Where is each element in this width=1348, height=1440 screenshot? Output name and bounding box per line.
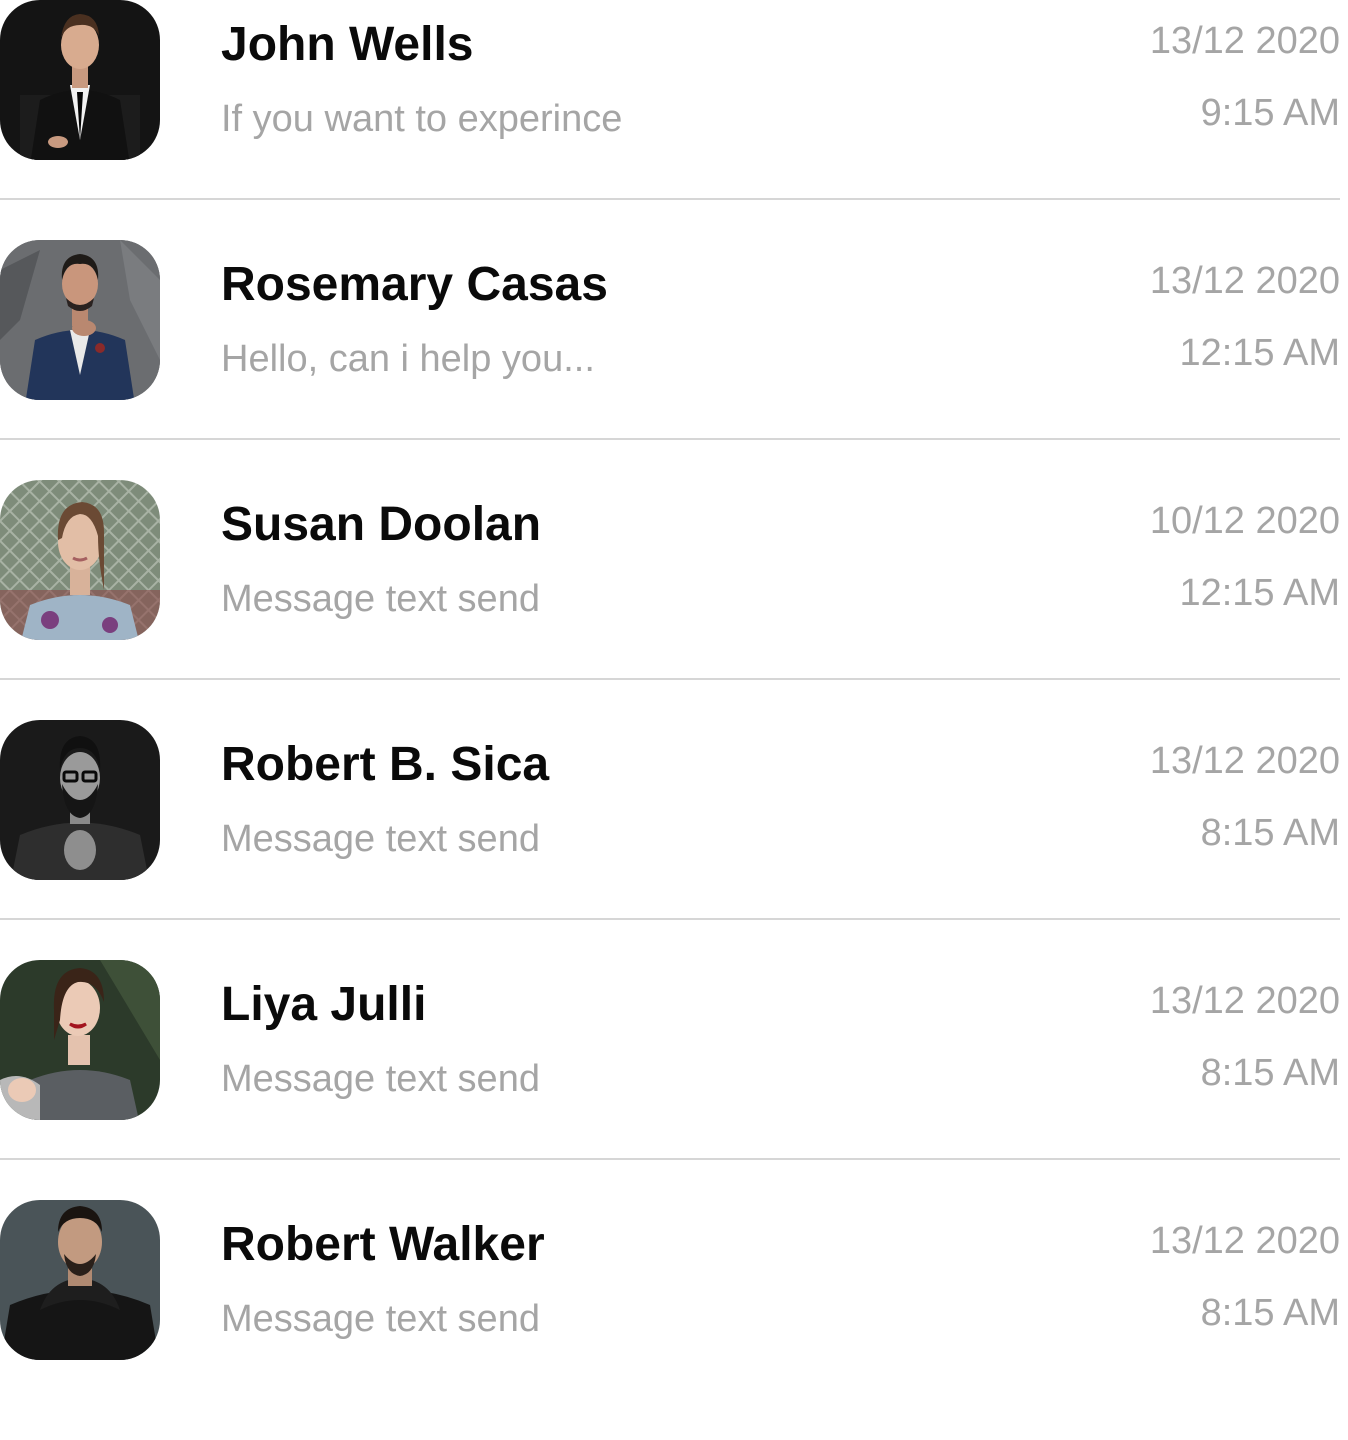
avatar-man-hoodie-icon [0, 1200, 160, 1360]
avatar-woman-red-lips-icon [0, 960, 160, 1120]
conversation-row[interactable]: Robert B. Sica Message text send 13/12 2… [0, 720, 1348, 960]
conversation-row[interactable]: Robert Walker Message text send 13/12 20… [0, 1200, 1348, 1440]
message-time: 12:15 AM [1179, 332, 1340, 374]
conversation-row[interactable]: Liya Julli Message text send 13/12 2020 … [0, 960, 1348, 1200]
row-divider [0, 918, 1340, 920]
message-time: 8:15 AM [1200, 812, 1340, 854]
conversation-list: John Wells If you want to experince 13/1… [0, 0, 1348, 1440]
row-divider [0, 1158, 1340, 1160]
message-preview: Hello, can i help you... [221, 338, 595, 380]
row-divider [0, 198, 1340, 200]
avatar-man-glasses-beard-icon [0, 720, 160, 880]
message-preview: Message text send [221, 578, 540, 620]
message-preview: Message text send [221, 1298, 540, 1340]
message-date: 10/12 2020 [1149, 500, 1340, 542]
avatar[interactable] [0, 240, 160, 400]
conversation-row[interactable]: John Wells If you want to experince 13/1… [0, 0, 1348, 240]
message-time: 8:15 AM [1200, 1292, 1340, 1334]
message-date: 13/12 2020 [1149, 980, 1340, 1022]
message-preview: Message text send [221, 818, 540, 860]
contact-name: Susan Doolan [221, 498, 542, 551]
contact-name: Liya Julli [221, 978, 427, 1031]
avatar-woman-fence-icon [0, 480, 160, 640]
message-date: 13/12 2020 [1149, 1220, 1340, 1262]
message-preview: Message text send [221, 1058, 540, 1100]
message-date: 13/12 2020 [1149, 260, 1340, 302]
conversation-row[interactable]: Rosemary Casas Hello, can i help you... … [0, 240, 1348, 480]
row-divider [0, 438, 1340, 440]
contact-name: Rosemary Casas [221, 258, 608, 311]
message-date: 13/12 2020 [1149, 20, 1340, 62]
avatar[interactable] [0, 720, 160, 880]
row-divider [0, 678, 1340, 680]
message-time: 8:15 AM [1200, 1052, 1340, 1094]
avatar[interactable] [0, 1200, 160, 1360]
avatar[interactable] [0, 0, 160, 160]
avatar-man-black-suit-icon [0, 0, 160, 160]
conversation-row[interactable]: Susan Doolan Message text send 10/12 202… [0, 480, 1348, 720]
message-time: 9:15 AM [1200, 92, 1340, 134]
avatar[interactable] [0, 480, 160, 640]
contact-name: John Wells [221, 18, 474, 71]
contact-name: Robert Walker [221, 1218, 545, 1271]
avatar-man-blue-suit-icon [0, 240, 160, 400]
avatar[interactable] [0, 960, 160, 1120]
message-time: 12:15 AM [1179, 572, 1340, 614]
message-preview: If you want to experince [221, 98, 623, 140]
contact-name: Robert B. Sica [221, 738, 550, 791]
message-date: 13/12 2020 [1149, 740, 1340, 782]
